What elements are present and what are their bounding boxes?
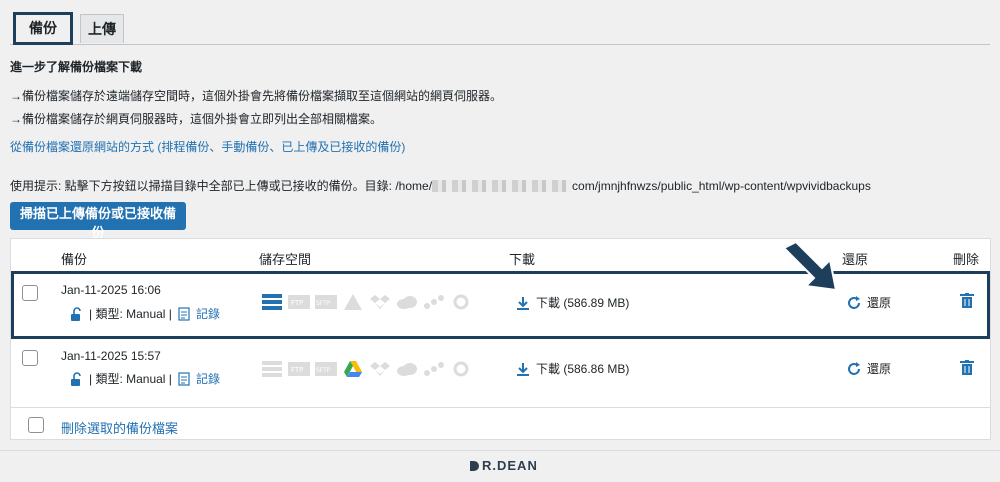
trash-icon[interactable] (960, 293, 974, 312)
google-drive-icon (342, 358, 364, 380)
row-checkbox[interactable] (22, 350, 38, 366)
backup-meta: | 類型: Manual | 記錄 (69, 305, 220, 322)
dropbox-icon (369, 291, 391, 313)
google-drive-icon (342, 291, 364, 313)
log-link[interactable]: 記錄 (196, 370, 220, 387)
ftp-icon: FTP (288, 358, 310, 380)
brand-logo: R.DEAN (468, 458, 538, 473)
s3-icon (423, 358, 445, 380)
info-line-local: →備份檔案儲存於網頁伺服器時，這個外掛會立即列出全部相關檔案。 (10, 112, 383, 126)
hint-suffix: com/jmnjhfnwzs/public_html/wp-content/wp… (572, 179, 871, 193)
svg-text:SFTP: SFTP (316, 367, 331, 374)
table-row: Jan-11-2025 15:57 | 類型: Manual | 記錄 FTP … (11, 340, 990, 408)
usage-hint: 使用提示: 點擊下方按鈕以掃描目錄中全部已上傳或已接收的備份。目錄: /home… (10, 177, 871, 194)
unlock-icon[interactable] (69, 371, 83, 386)
info-line-remote: →備份檔案儲存於遠端儲存空間時，這個外掛會先將備份檔案擷取至這個網站的網頁伺服器… (10, 89, 503, 103)
header-download: 下載 (509, 252, 536, 267)
storage-icons: FTP SFTP (261, 291, 472, 313)
hint-prefix: 使用提示: 點擊下方按鈕以掃描目錄中全部已上傳或已接收的備份。目錄: /home… (10, 179, 433, 193)
header-backup: 備份 (61, 252, 88, 267)
dropbox-icon (369, 358, 391, 380)
document-icon (178, 306, 190, 321)
unlock-icon[interactable] (69, 306, 83, 321)
tab-backup[interactable]: 備份 (13, 12, 73, 45)
download-icon (517, 296, 529, 310)
sync-icon (450, 358, 472, 380)
download-label: 下載 (586.89 MB) (536, 296, 630, 310)
download-link[interactable]: 下載 (586.89 MB) (516, 294, 629, 311)
onedrive-icon (396, 358, 418, 380)
tab-upload[interactable]: 上傳 (80, 14, 124, 43)
scan-backups-button[interactable]: 掃描已上傳備份或已接收備份 (10, 202, 186, 240)
download-link[interactable]: 下載 (586.86 MB) (516, 360, 629, 377)
header-storage: 儲存空間 (259, 252, 312, 267)
backup-type: | 類型: Manual | (89, 307, 172, 321)
local-server-icon (261, 358, 283, 380)
backup-date: Jan-11-2025 15:57 (61, 349, 161, 363)
sftp-icon: SFTP (315, 358, 337, 380)
pointer-arrow-icon (782, 240, 838, 292)
ftp-icon: FTP (288, 291, 310, 313)
svg-text:SFTP: SFTP (316, 300, 331, 307)
header-delete: 刪除 (953, 252, 980, 267)
row-checkbox[interactable] (22, 285, 38, 301)
row-divider (11, 407, 990, 408)
restore-label: 還原 (867, 296, 892, 310)
download-label: 下載 (586.86 MB) (536, 362, 630, 376)
svg-text:FTP: FTP (291, 366, 303, 374)
download-icon (517, 362, 529, 376)
restore-button[interactable]: 還原 (847, 360, 891, 377)
select-all-checkbox[interactable] (28, 417, 44, 433)
sftp-icon: SFTP (315, 291, 337, 313)
tab-bar: 備份 上傳 (10, 10, 990, 45)
brand-mark-icon (470, 460, 479, 471)
s3-icon (423, 291, 445, 313)
backup-meta: | 類型: Manual | 記錄 (69, 370, 220, 387)
log-link[interactable]: 記錄 (196, 305, 220, 322)
restore-icon (848, 361, 860, 375)
local-server-icon (261, 291, 283, 313)
onedrive-icon (396, 291, 418, 313)
document-icon (178, 371, 190, 386)
restore-button[interactable]: 還原 (847, 294, 891, 311)
restore-guide-link[interactable]: 從備份檔案還原網站的方式 (排程備份、手動備份、已上傳及已接收的備份) (10, 138, 405, 155)
restore-label: 還原 (867, 362, 892, 376)
backup-date: Jan-11-2025 16:06 (61, 283, 161, 297)
brand-text: R.DEAN (482, 458, 538, 473)
storage-icons: FTP SFTP (261, 358, 472, 380)
delete-selected-link[interactable]: 刪除選取的備份檔案 (61, 418, 178, 437)
redacted-domain (432, 180, 573, 192)
svg-text:FTP: FTP (291, 299, 303, 307)
sync-icon (450, 291, 472, 313)
section-heading: 進一步了解備份檔案下載 (10, 60, 143, 74)
trash-icon[interactable] (960, 360, 974, 379)
footer-divider (0, 450, 1000, 451)
backup-type: | 類型: Manual | (89, 372, 172, 386)
